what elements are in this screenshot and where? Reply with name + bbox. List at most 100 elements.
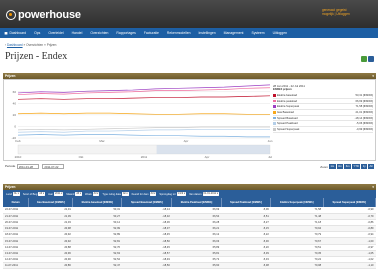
column-header[interactable]: Datum bbox=[3, 198, 30, 207]
filter-select[interactable]: NL ▾ bbox=[12, 192, 20, 196]
column-header[interactable]: Elektra Peakload [€/MWh] bbox=[171, 198, 222, 207]
y-tick-label: 60 bbox=[13, 90, 17, 94]
filter-select[interactable]: 01-01-2011 ▾ bbox=[202, 192, 220, 196]
navigator-label: 2011 bbox=[141, 155, 148, 159]
column-header[interactable]: Elektra baseload [€/MWh] bbox=[72, 198, 123, 207]
period-to-input[interactable]: 2011-07-22 bbox=[42, 164, 65, 169]
brand-name: powerhouse bbox=[18, 9, 81, 21]
table-header-row: Datum Gas Baseload [€/MWh] Elektra baseloa… bbox=[3, 198, 377, 207]
legend-value: -18,14 [€/MWh] bbox=[354, 116, 373, 120]
table-cell: -18,50 bbox=[121, 262, 172, 270]
filter-item[interactable]: Week All ▾ bbox=[85, 192, 100, 196]
refresh-icon[interactable] bbox=[360, 56, 367, 62]
filter-select[interactable]: All ▾ bbox=[75, 192, 83, 196]
legend-value: 66,69 [€/MWh] bbox=[355, 99, 373, 103]
legend-name: Gas Baseload bbox=[276, 110, 294, 114]
chart-legend: 28 Jan 2011 - 22 Jul 2011 ENDEX prijzen … bbox=[273, 84, 373, 133]
legend-value: 21,01 [€/MWh] bbox=[355, 110, 373, 114]
breadcrumb-prijzen: Prijzen bbox=[46, 43, 57, 47]
column-header[interactable]: Spread Superpeak [€/MWh] bbox=[323, 198, 377, 207]
filter-item[interactable]: Type ruiing data All ▾ bbox=[102, 192, 129, 196]
legend-swatch bbox=[273, 128, 276, 131]
column-header[interactable]: Spread Baseload [€/MWh] bbox=[121, 198, 173, 207]
filter-select[interactable]: All ▾ bbox=[121, 192, 129, 196]
zoom-button-all[interactable]: All bbox=[368, 164, 374, 169]
y-tick-label: 20 bbox=[13, 113, 17, 117]
table-cell: -1,10 bbox=[323, 262, 376, 270]
legend-subtitle: ENDEX prijzen bbox=[273, 88, 292, 91]
zoom-label: Zoom bbox=[320, 164, 328, 169]
nav-item-overzichten[interactable]: Overzichten bbox=[90, 31, 108, 35]
navigator-label: 2010 bbox=[15, 155, 22, 159]
filter-item[interactable]: Soort of Beg All ▾ bbox=[23, 192, 45, 196]
period-from-input[interactable]: 2011-01-28 bbox=[16, 164, 39, 169]
filter-label: Keerid for dam bbox=[131, 192, 149, 196]
table-row[interactable]: 11-07-2011 20,86 52,47 -18,50 65,60 -5,38 70,0… bbox=[3, 262, 376, 270]
column-header[interactable]: Elektra Superpeak [€/MWh] bbox=[270, 198, 324, 207]
filter-select[interactable]: 2011 ▾ bbox=[54, 192, 64, 196]
filter-item[interactable]: Maand All ▾ bbox=[66, 192, 83, 196]
filter-select[interactable]: 1/1/9 ▾ bbox=[176, 192, 187, 196]
nav-item-uitloggen[interactable]: Uitloggen bbox=[273, 31, 287, 35]
x-tick-label: Feb bbox=[15, 139, 21, 143]
y-tick-label: 40 bbox=[13, 101, 17, 105]
filter-label: Maand bbox=[66, 192, 75, 196]
nav-item-rapportages[interactable]: Rapportages bbox=[116, 31, 135, 35]
navigator-label: Apr bbox=[205, 155, 210, 159]
zoom-button-1y[interactable]: 1y bbox=[361, 164, 368, 169]
column-header[interactable]: Gas Baseload [€/MWh] bbox=[28, 198, 74, 207]
filter-select[interactable]: All ▾ bbox=[38, 192, 45, 196]
filter-select[interactable]: All ▾ bbox=[92, 192, 100, 196]
brand-logo[interactable]: powerhouse bbox=[6, 9, 81, 21]
period-label: Periode bbox=[5, 164, 16, 169]
filter-item[interactable]: Sprongdag tot 1/1/9 ▾ bbox=[159, 192, 187, 196]
legend-value: -0,99 [€/MWh] bbox=[356, 127, 373, 131]
nav-item-overleidel[interactable]: Overleidel bbox=[48, 31, 63, 35]
nav-item-management[interactable]: Management bbox=[224, 31, 244, 35]
user-line-2[interactable]: mogelijk | Uitloggen bbox=[322, 12, 370, 16]
zoom-button-ytd[interactable]: YTD bbox=[351, 164, 361, 169]
main-nav: Dashboard Ops Overleidel Handel Overzichten R… bbox=[0, 28, 378, 38]
nav-item-handel[interactable]: Handel bbox=[72, 31, 83, 35]
help-icon[interactable] bbox=[368, 56, 374, 62]
nav-item-systeem[interactable]: Systeem bbox=[251, 31, 264, 35]
period-selector: Periode 2011-01-28 2011-07-22 bbox=[5, 164, 66, 169]
column-header[interactable]: Spread Peakload [€/MWh] bbox=[221, 198, 272, 207]
table-cell: 20,86 bbox=[28, 262, 73, 270]
nav-item-facturatie[interactable]: Facturatie bbox=[144, 31, 159, 35]
nav-item-dashboard[interactable]: Dashboard bbox=[4, 31, 26, 35]
series-line bbox=[17, 134, 270, 138]
table-cell: 65,60 bbox=[171, 262, 222, 270]
table-cell: 52,47 bbox=[72, 262, 122, 270]
zoom-button-6m[interactable]: 6m bbox=[344, 164, 351, 169]
legend-swatch bbox=[273, 105, 276, 109]
legend-swatch bbox=[273, 122, 276, 126]
legend-value: -5,06 [€/MWh] bbox=[356, 122, 373, 126]
legend-swatch bbox=[273, 93, 276, 97]
nav-item-instellingen[interactable]: Instellingen bbox=[198, 31, 215, 35]
filter-item[interactable]: Jaar 2011 ▾ bbox=[48, 192, 64, 196]
nav-item-label: Ops bbox=[34, 31, 41, 35]
filter-label: Land bbox=[6, 192, 12, 196]
nav-item-label: Dashboard bbox=[9, 31, 27, 35]
legend-name: Elektra peakload bbox=[276, 99, 298, 103]
table-cell: -5,38 bbox=[221, 262, 271, 270]
nav-item-label: Uitloggen bbox=[272, 31, 287, 35]
nav-item-ops[interactable]: Ops bbox=[34, 31, 40, 35]
legend-name: Spread Superpeak bbox=[276, 127, 300, 131]
nav-item-label: Rekenmodellen bbox=[166, 31, 191, 35]
table-cell: 11-07-2011 bbox=[3, 262, 29, 270]
zoom-button-1m[interactable]: 1m bbox=[328, 164, 336, 169]
filter-item[interactable]: Van datum 01-01-2011 ▾ bbox=[189, 192, 220, 196]
toolbar-icons bbox=[359, 56, 374, 62]
app-root: { "brand":{"name":"powerhouse"}, "user":… bbox=[0, 0, 378, 278]
zoom-button-3m[interactable]: 3m bbox=[336, 164, 344, 169]
filter-label: Type ruiing data bbox=[102, 192, 121, 196]
breadcrumb-overzichten[interactable]: Overzichten bbox=[26, 43, 43, 47]
filter-select[interactable]: All ▾ bbox=[149, 192, 157, 196]
nav-item-rekenmodellen[interactable]: Rekenmodellen bbox=[167, 31, 191, 35]
breadcrumb-dashboard[interactable]: Dashboard bbox=[7, 43, 23, 47]
filter-item[interactable]: Land NL ▾ bbox=[6, 192, 20, 196]
filter-item[interactable]: Keerid for dam All ▾ bbox=[132, 192, 157, 196]
legend-item[interactable]: Spread Superpeak -0,99 [€/MWh] bbox=[273, 127, 373, 133]
